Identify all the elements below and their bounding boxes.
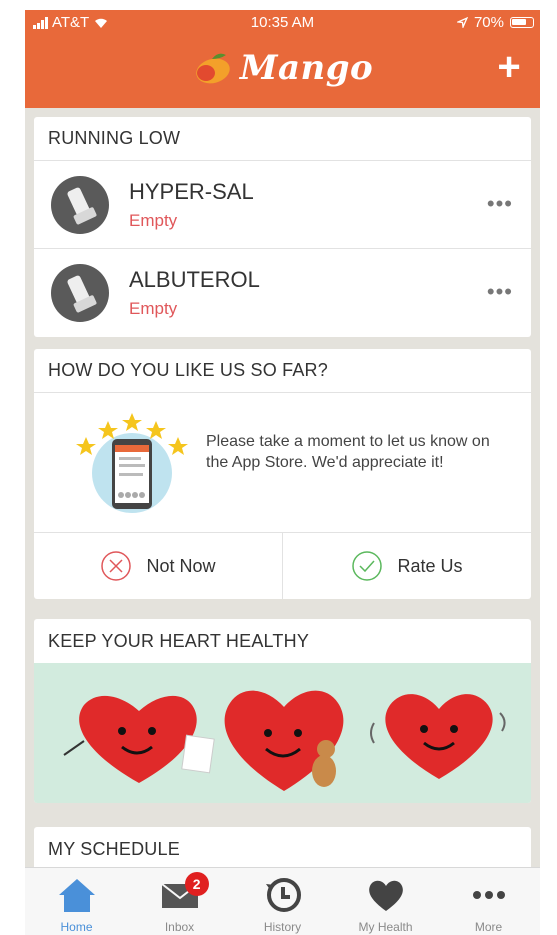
med-status: Empty — [129, 211, 178, 230]
med-name: HYPER-SAL — [129, 179, 254, 204]
more-options-icon[interactable]: ••• — [487, 279, 513, 305]
more-options-icon[interactable]: ••• — [487, 191, 513, 217]
med-row-hyper-sal[interactable]: HYPER-SAL Empty ••• — [34, 161, 531, 249]
tab-label: More — [474, 920, 503, 934]
rate-us-label: Rate Us — [397, 555, 463, 576]
battery-info: 70% — [456, 14, 534, 31]
heart-icon — [368, 880, 403, 911]
tab-label: Inbox — [164, 920, 195, 934]
heart-character-icon — [224, 690, 344, 791]
tab-my-health[interactable]: My Health — [334, 868, 437, 935]
med-status: Empty — [129, 299, 178, 318]
med-name: ALBUTEROL — [129, 267, 260, 292]
add-button[interactable]: + — [494, 47, 524, 87]
app-rating-illustration — [76, 413, 188, 513]
tab-bar: Home 2 Inbox History My Health More — [25, 867, 540, 935]
app-header: Mango + — [25, 36, 540, 108]
battery-percent: 70% — [473, 14, 504, 31]
tab-label: My Health — [358, 920, 413, 934]
more-icon — [472, 891, 505, 899]
not-now-button[interactable]: Not Now — [34, 533, 282, 599]
check-circle-icon — [352, 551, 383, 581]
history-icon — [265, 878, 301, 912]
phone-screen: AT&T 10:35 AM 70% Mango + RUNNING LOW HY… — [25, 10, 540, 935]
rating-body: Please take a moment to let us know on t… — [34, 393, 531, 533]
running-low-header: RUNNING LOW — [34, 117, 531, 161]
rating-card: HOW DO YOU LIKE US SO FAR? Please take a… — [34, 349, 531, 599]
tab-history[interactable]: History — [231, 868, 334, 935]
schedule-header: MY SCHEDULE — [48, 838, 180, 859]
running-low-card: RUNNING LOW HYPER-SAL Empty ••• ALBUTERO… — [34, 117, 531, 337]
heart-header: KEEP YOUR HEART HEALTHY — [48, 630, 310, 651]
heart-character-icon — [63, 695, 215, 783]
rate-us-button[interactable]: Rate Us — [282, 533, 531, 599]
heart-character-icon — [370, 694, 506, 779]
close-circle-icon — [101, 551, 132, 581]
med-row-albuterol[interactable]: ALBUTEROL Empty ••• — [34, 249, 531, 337]
location-icon — [456, 17, 468, 28]
home-icon — [58, 879, 95, 912]
tab-label: Home — [60, 920, 93, 934]
heart-card[interactable]: KEEP YOUR HEART HEALTHY — [34, 619, 531, 803]
inhaler-icon — [51, 264, 109, 322]
tab-inbox[interactable]: 2 Inbox — [128, 868, 231, 935]
rating-message: Please take a moment to let us know on t… — [206, 433, 490, 471]
not-now-label: Not Now — [146, 555, 216, 576]
status-bar: AT&T 10:35 AM 70% — [25, 10, 540, 36]
rating-actions: Not Now Rate Us — [34, 533, 531, 599]
heart-illustration — [34, 663, 531, 803]
tab-home[interactable]: Home — [25, 868, 128, 935]
mango-logo-icon — [196, 53, 230, 84]
app-title: Mango — [239, 48, 374, 88]
inhaler-icon — [51, 176, 109, 234]
inbox-badge: 2 — [184, 872, 209, 896]
tab-label: History — [263, 920, 302, 934]
battery-icon — [510, 17, 534, 28]
tab-more[interactable]: More — [437, 868, 540, 935]
rating-header: HOW DO YOU LIKE US SO FAR? — [34, 349, 531, 393]
brand: Mango — [25, 48, 540, 88]
